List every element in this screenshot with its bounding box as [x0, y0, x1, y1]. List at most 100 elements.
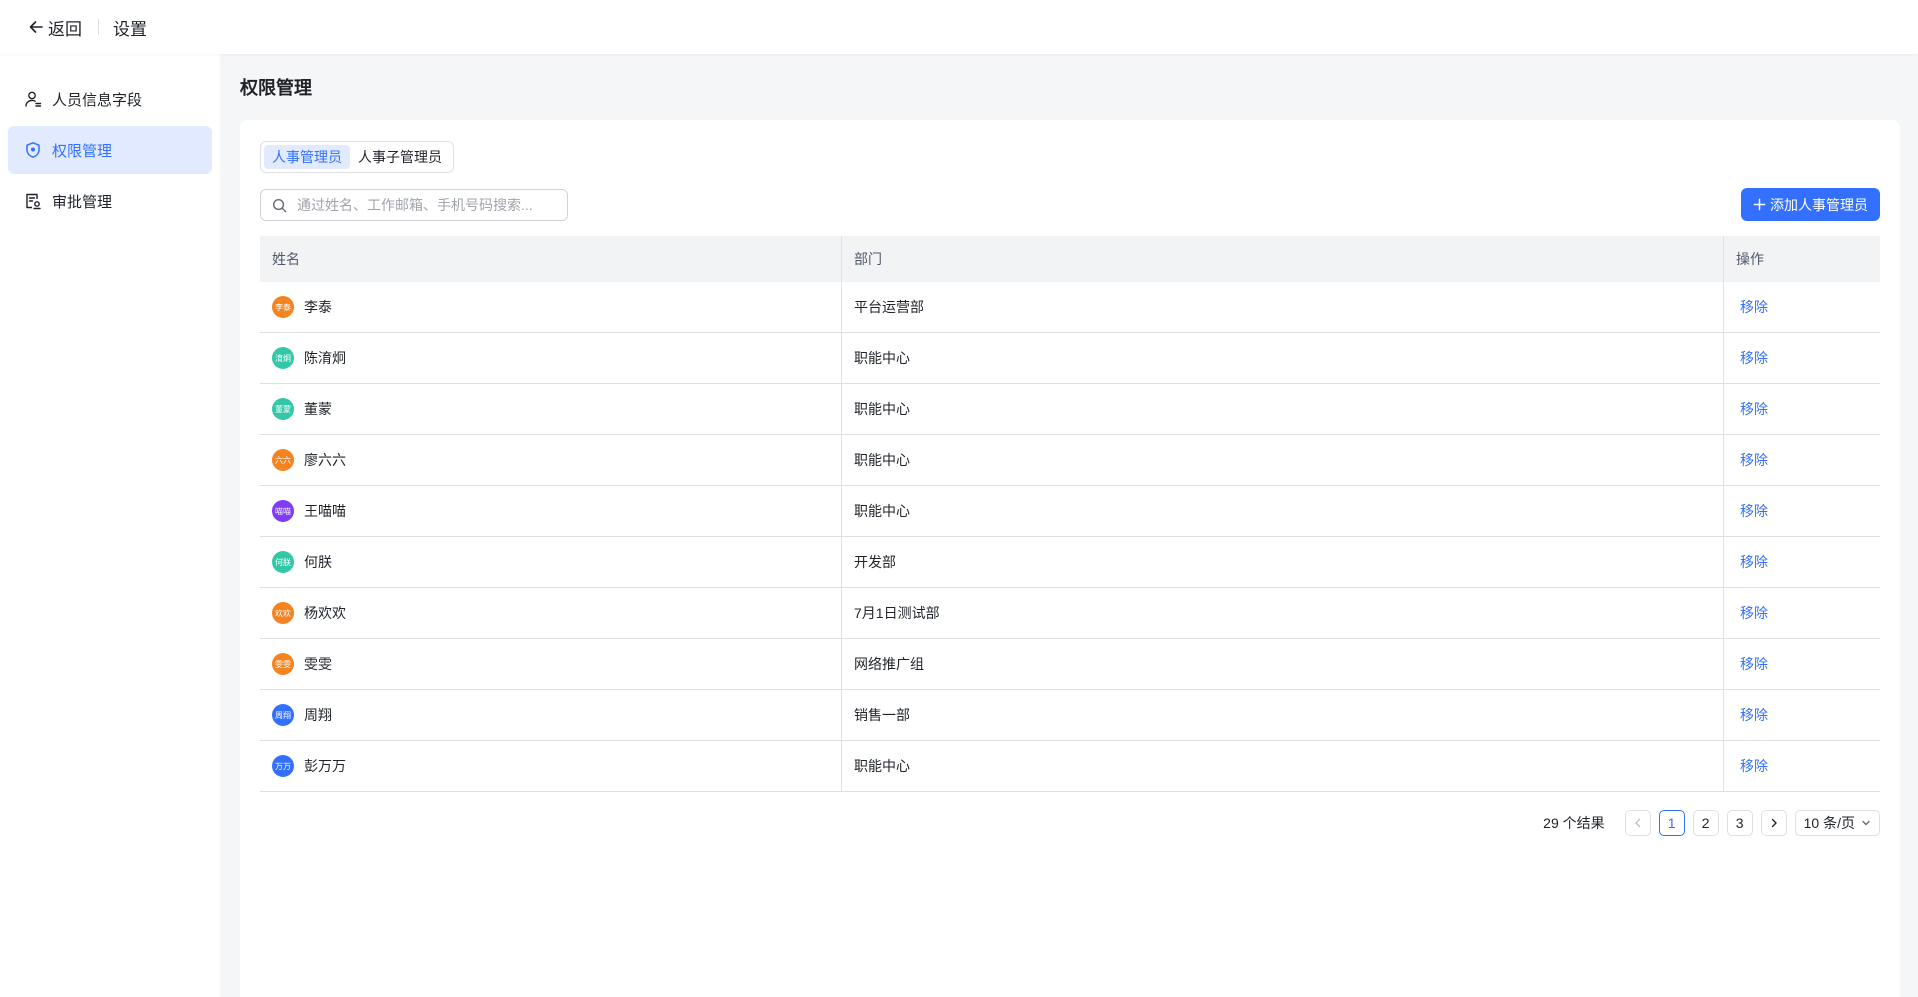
admin-table: 姓名 部门 操作 李泰 李泰 平台运营部 移除 淯炯 陈淯炯 职能中心 移除 董蒙 董蒙 职能中心移… [260, 236, 1880, 792]
table-row: 喵喵 王喵喵 职能中心 移除 [260, 486, 1880, 537]
cell-action: 移除 [1724, 639, 1880, 689]
back-button[interactable]: 返回 [28, 15, 82, 40]
column-header-name: 姓名 [260, 236, 842, 282]
sidebar-item-permissions[interactable]: 权限管理 [8, 126, 212, 174]
content-card: 人事管理员 人事子管理员 添加人事管理员 姓名 部门 操作 李泰李泰平台运营部移… [240, 120, 1900, 997]
cell-dept: 平台运营部 [842, 282, 1724, 332]
avatar: 周翔 [272, 704, 294, 726]
remove-link[interactable]: 移除 [1736, 603, 1768, 623]
person-name: 彭万万 [304, 758, 346, 774]
sidebar-item-label: 权限管理 [52, 142, 113, 160]
arrow-left-icon [29, 21, 43, 33]
table-row: 六六 廖六六 职能中心 移除 [260, 435, 1880, 486]
cell-dept: 职能中心 [842, 435, 1724, 485]
approval-doc-icon [24, 192, 42, 210]
cell-action: 移除 [1724, 282, 1880, 332]
cell-action: 移除 [1724, 690, 1880, 740]
cell-dept: 职能中心 [842, 486, 1724, 536]
avatar: 何朕 [272, 551, 294, 573]
cell-dept: 开发部 [842, 537, 1724, 587]
cell-action: 移除 [1724, 384, 1880, 434]
avatar: 喵喵 [272, 500, 294, 522]
column-header-dept: 部门 [842, 236, 1724, 282]
avatar: 欢欢 [272, 602, 294, 624]
cell-name: 欢欢 杨欢欢 [260, 588, 842, 638]
prev-page-button[interactable] [1624, 810, 1651, 836]
person-name: 董蒙 [304, 401, 332, 417]
remove-link[interactable]: 移除 [1736, 297, 1768, 317]
page-button-1[interactable]: 1 [1658, 810, 1685, 836]
person-field-icon [24, 90, 42, 108]
remove-link[interactable]: 移除 [1736, 705, 1768, 725]
page-button-3[interactable]: 3 [1726, 810, 1753, 836]
person-name: 何朕 [304, 554, 332, 570]
remove-link[interactable]: 移除 [1736, 501, 1768, 521]
avatar: 董蒙 [272, 398, 294, 420]
table-row: 淯炯 陈淯炯 职能中心 移除 [260, 333, 1880, 384]
result-count: 29 个结果 [1543, 815, 1605, 831]
person-name: 李泰 [304, 299, 332, 315]
table-row: 董蒙 董蒙 职能中心 移除 [260, 384, 1880, 435]
pagination: 29 个结果 1 2 3 10 条/页 [1543, 810, 1880, 836]
cell-action: 移除 [1724, 588, 1880, 638]
tab-hr-sub-admin[interactable]: 人事子管理员 [350, 145, 450, 169]
avatar: 淯炯 [272, 347, 294, 369]
person-name: 王喵喵 [304, 503, 346, 519]
avatar: 李泰 [272, 296, 294, 318]
sidebar: 人员信息字段 权限管理 审批管理 [0, 54, 220, 997]
cell-name: 李泰 李泰 [260, 282, 842, 332]
tab-hr-admin[interactable]: 人事管理员 [264, 145, 350, 169]
table-row: 李泰 李泰 平台运营部 移除 [260, 282, 1880, 333]
sidebar-item-person-fields[interactable]: 人员信息字段 [8, 75, 212, 123]
chevron-left-icon [1634, 818, 1640, 828]
cell-name: 淯炯 陈淯炯 [260, 333, 842, 383]
remove-link[interactable]: 移除 [1736, 399, 1768, 419]
top-bar: 返回 设置 [0, 0, 1918, 54]
remove-link[interactable]: 移除 [1736, 450, 1768, 470]
chevron-right-icon [1771, 818, 1777, 828]
add-hr-admin-button[interactable]: 添加人事管理员 [1741, 188, 1880, 221]
avatar: 六六 [272, 449, 294, 471]
remove-link[interactable]: 移除 [1736, 654, 1768, 674]
table-row: 何朕 何朕 开发部 移除 [260, 537, 1880, 588]
remove-link[interactable]: 移除 [1736, 348, 1768, 368]
person-name: 陈淯炯 [304, 350, 346, 366]
person-name: 雯雯 [304, 656, 332, 672]
person-name: 杨欢欢 [304, 605, 346, 621]
search-box [260, 189, 568, 221]
cell-action: 移除 [1724, 537, 1880, 587]
page-size-select[interactable]: 10 条/页 [1794, 810, 1880, 836]
cell-action: 移除 [1724, 333, 1880, 383]
cell-name: 万万 彭万万 [260, 741, 842, 791]
remove-link[interactable]: 移除 [1736, 756, 1768, 776]
cell-name: 董蒙 董蒙 [260, 384, 842, 434]
cell-name: 喵喵 王喵喵 [260, 486, 842, 536]
sidebar-item-approvals[interactable]: 审批管理 [8, 177, 212, 225]
search-input[interactable] [295, 196, 539, 214]
avatar: 万万 [272, 755, 294, 777]
cell-action: 移除 [1724, 486, 1880, 536]
remove-link[interactable]: 移除 [1736, 552, 1768, 572]
table-row: 雯雯 雯雯 网络推广组 移除 [260, 639, 1880, 690]
shield-icon [24, 141, 42, 159]
next-page-button[interactable] [1760, 810, 1787, 836]
sidebar-item-label: 审批管理 [52, 193, 113, 211]
header-divider [98, 19, 99, 35]
cell-name: 六六 廖六六 [260, 435, 842, 485]
column-header-action: 操作 [1736, 251, 1764, 267]
cell-name: 雯雯 雯雯 [260, 639, 842, 689]
table-row: 周翔 周翔 销售一部 移除 [260, 690, 1880, 741]
header-title: 设置 [113, 19, 147, 39]
cell-dept: 销售一部 [842, 690, 1724, 740]
back-label: 返回 [48, 19, 82, 39]
cell-dept: 7月1日测试部 [842, 588, 1724, 638]
page-size-label: 10 条/页 [1803, 815, 1855, 831]
page-button-2[interactable]: 2 [1692, 810, 1719, 836]
cell-dept: 职能中心 [842, 333, 1724, 383]
chevron-down-icon [1862, 820, 1870, 826]
search-icon [272, 198, 287, 212]
cell-action: 移除 [1724, 435, 1880, 485]
table-row: 欢欢 杨欢欢 7月1日测试部 移除 [260, 588, 1880, 639]
table-row: 万万 彭万万 职能中心 移除 [260, 741, 1880, 792]
plus-icon [1753, 198, 1766, 211]
